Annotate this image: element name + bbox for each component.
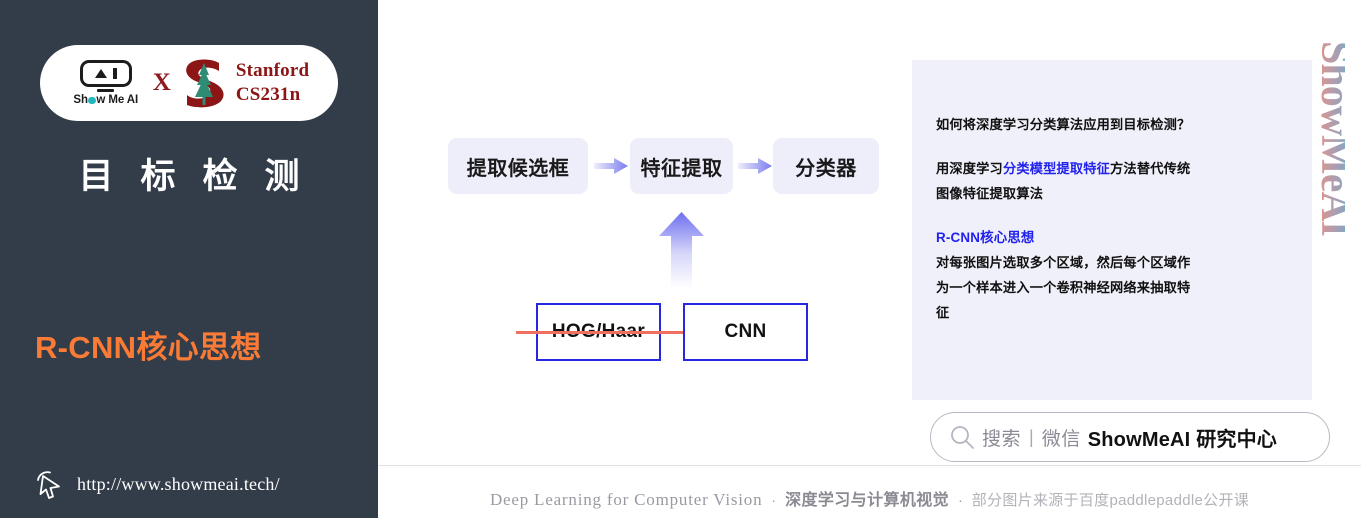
statement-part-2: 方法替代传统 <box>1110 161 1191 176</box>
stanford-line-1: Stanford <box>235 60 310 82</box>
page-subtitle: R-CNN核心思想 <box>35 330 262 365</box>
stanford-label: Stanford CS231n <box>236 59 309 107</box>
teal-dot-icon <box>88 96 96 104</box>
footer-chinese-title: 深度学习与计算机视觉 <box>785 492 950 509</box>
search-brand: ShowMeAI 研究中心 <box>1087 428 1277 451</box>
search-channel: 微信 <box>1041 428 1081 450</box>
showmeai-watermark: ShowMeAI <box>1312 41 1345 236</box>
panel-question: 如何将深度学习分类算法应用到目标检测？ <box>936 117 1191 132</box>
footer-english: Deep Learning for Computer Vision <box>489 490 763 509</box>
footer-credit: 部分图片来源于百度paddlepaddle公开课 <box>971 492 1250 509</box>
arrow-up-icon <box>659 212 704 288</box>
footer-divider <box>378 465 1361 466</box>
wordmark-post: w Me AI <box>96 94 139 107</box>
panel-body-line-2: 为一个样本进入一个卷积神经网络来抽取特 <box>936 280 1191 295</box>
search-divider: | <box>1029 426 1034 447</box>
statement-highlight: 分类模型提取特征 <box>1002 161 1111 176</box>
slide-root: Sh w Me AI X Stanford CS231n 目标检测 R-CNN核… <box>0 0 1361 518</box>
flow-box-proposal: 提取候选框 <box>448 138 588 194</box>
logo-pill: Sh w Me AI X Stanford CS231n <box>40 45 338 121</box>
cursor-pointer-icon <box>37 471 60 499</box>
bar-icon <box>112 67 117 79</box>
info-panel: 如何将深度学习分类算法应用到目标检测？ 用深度学习分类模型提取特征方法替代传统 … <box>912 60 1312 400</box>
site-url-text: http://www.showmeai.tech/ <box>77 473 280 494</box>
svg-text:ShowMeAI: ShowMeAI <box>1312 41 1345 236</box>
flow-box-classifier: 分类器 <box>773 138 879 194</box>
stanford-tree-icon <box>186 59 224 108</box>
panel-statement-line-2: 图像特征提取算法 <box>936 186 1044 201</box>
wordmark-pre: Sh <box>73 94 88 107</box>
arrow-right-icon-2 <box>738 158 772 174</box>
showmeai-monitor-icon <box>79 59 132 87</box>
stanford-line-2: CS231n <box>235 84 301 105</box>
search-label: 搜索 <box>982 428 1022 450</box>
panel-body-line-1: 对每张图片选取多个区域，然后每个区域作 <box>936 255 1191 270</box>
stanford-logo: Stanford CS231n <box>181 57 309 109</box>
footer-dot-1: · <box>771 492 777 508</box>
info-panel-text: 如何将深度学习分类算法应用到目标检测？ 用深度学习分类模型提取特征方法替代传统 … <box>936 112 1286 325</box>
site-url-row[interactable]: http://www.showmeai.tech/ <box>33 467 280 501</box>
strikethrough-line <box>516 331 684 334</box>
flow-box-feature-extraction: 特征提取 <box>630 138 733 194</box>
panel-body-line-3: 征 <box>936 305 950 320</box>
footer: Deep Learning for Computer Vision · 深度学习… <box>378 486 1361 510</box>
statement-part-1: 用深度学习 <box>936 161 1003 176</box>
page-title: 目标检测 <box>78 157 327 196</box>
footer-dot-2: · <box>958 492 963 508</box>
cross-symbol: X <box>152 69 171 96</box>
showmeai-logo: Sh w Me AI <box>69 59 143 106</box>
main-content: 提取候选框 特征提取 分类器 HOG/Haar CNN 如何将深度学习分类算法应… <box>378 0 1361 518</box>
sidebar: Sh w Me AI X Stanford CS231n 目标检测 R-CNN核… <box>0 0 378 518</box>
search-input[interactable]: 搜索 | 微信 ShowMeAI 研究中心 <box>930 412 1330 462</box>
showmeai-wordmark: Sh w Me AI <box>73 94 138 106</box>
search-icon <box>951 426 974 449</box>
panel-statement-line-1: 用深度学习分类模型提取特征方法替代传统 <box>936 156 1286 181</box>
arrow-right-icon-1 <box>594 158 628 174</box>
panel-section-heading: R-CNN核心思想 <box>936 230 1035 245</box>
monitor-stand-icon <box>97 89 115 93</box>
caret-up-icon <box>94 68 107 78</box>
method-box-cnn: CNN <box>683 303 808 361</box>
